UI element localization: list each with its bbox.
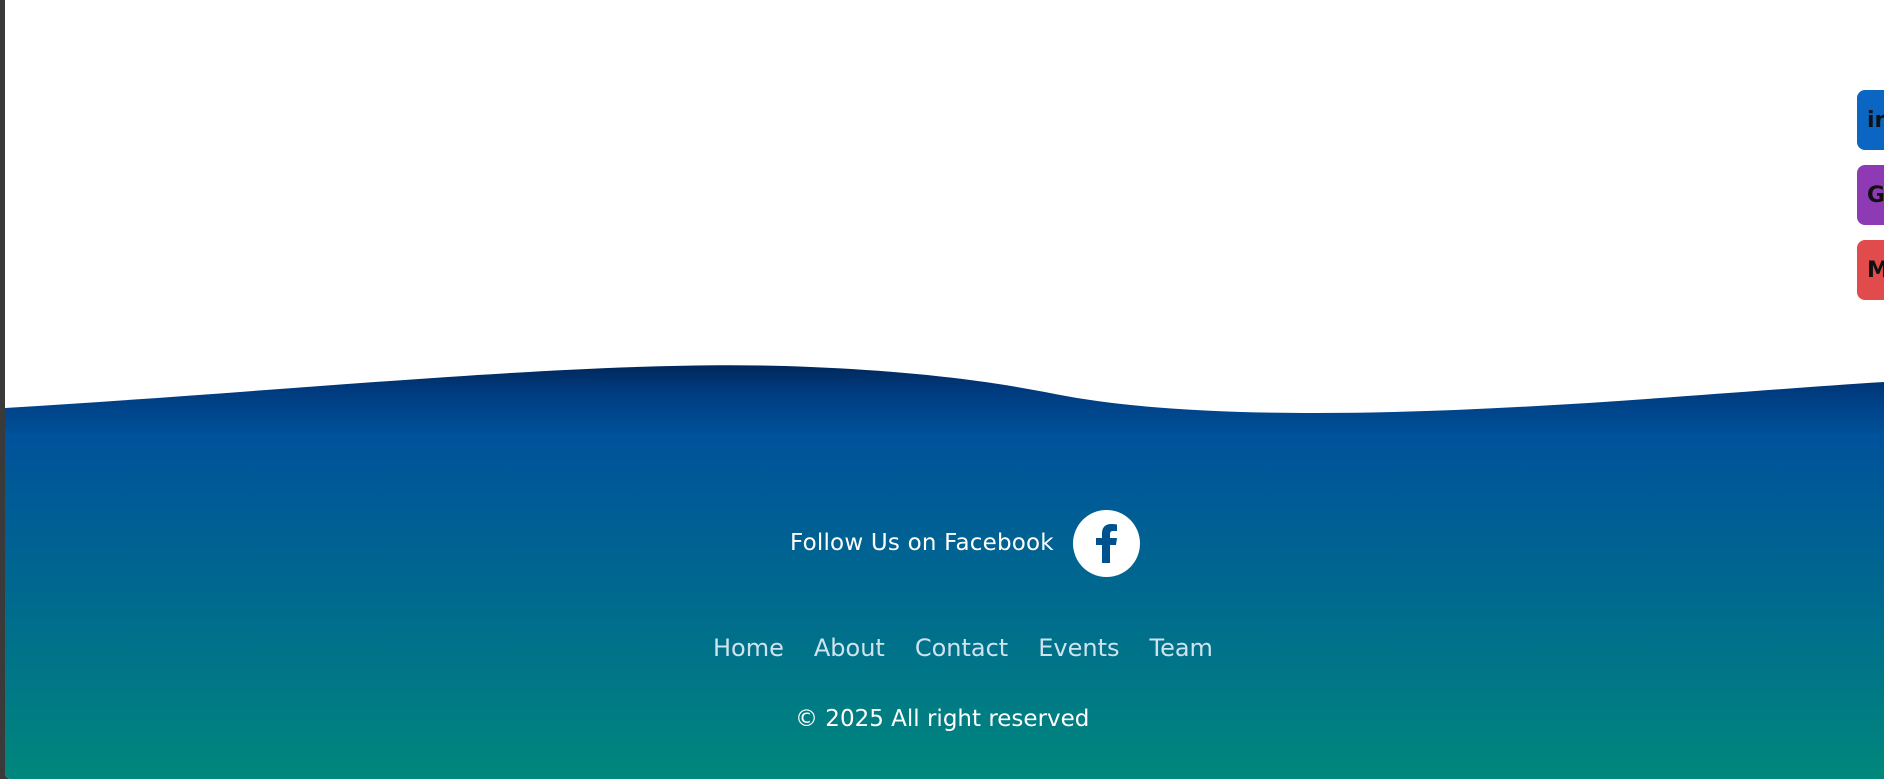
footer-nav: Home About Contact Events Team: [713, 634, 1243, 662]
footer: Follow Us on Facebook Home About Contact…: [5, 0, 1884, 779]
footer-nav-about[interactable]: About: [814, 634, 885, 662]
github-side-button[interactable]: G: [1857, 165, 1884, 225]
facebook-button[interactable]: [1072, 509, 1140, 577]
github-icon: G: [1867, 182, 1884, 208]
footer-nav-team[interactable]: Team: [1149, 634, 1212, 662]
facebook-f-icon: [1096, 524, 1118, 563]
footer-nav-contact[interactable]: Contact: [915, 634, 1008, 662]
footer-nav-home[interactable]: Home: [713, 634, 784, 662]
page: Follow Us on Facebook Home About Contact…: [5, 0, 1884, 779]
copyright-text: © 2025 All right reserved: [795, 706, 1090, 732]
follow-us-text: Follow Us on Facebook: [790, 530, 1054, 556]
footer-nav-events[interactable]: Events: [1038, 634, 1119, 662]
medium-icon: M: [1867, 257, 1884, 283]
follow-facebook-row: Follow Us on Facebook: [790, 509, 1140, 577]
medium-side-button[interactable]: M: [1857, 240, 1884, 300]
linkedin-side-button[interactable]: in: [1857, 90, 1884, 150]
linkedin-icon: in: [1867, 107, 1884, 133]
